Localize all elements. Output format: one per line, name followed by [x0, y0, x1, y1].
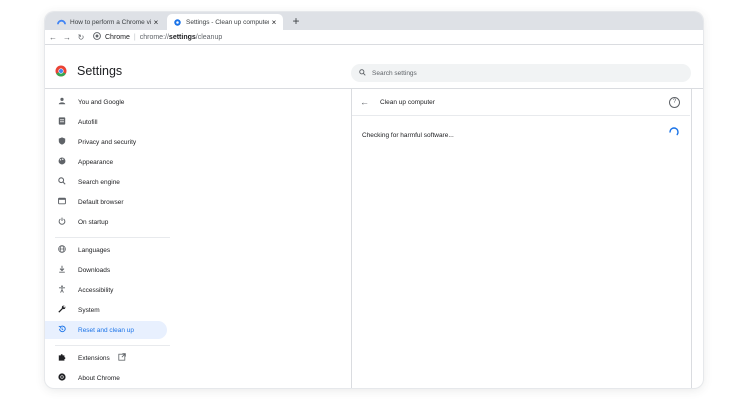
- search-input[interactable]: [372, 69, 672, 77]
- sidebar-item-label: Downloads: [78, 266, 111, 274]
- sidebar-divider: [55, 345, 170, 346]
- settings-header: Settings: [45, 54, 703, 89]
- sidebar-divider: [55, 237, 170, 238]
- external-link-icon: [118, 353, 126, 363]
- restore-icon: [56, 325, 68, 335]
- sidebar-item-autofill[interactable]: Autofill: [45, 113, 167, 131]
- back-arrow-icon[interactable]: ←: [360, 97, 372, 107]
- help-icon[interactable]: ?: [669, 97, 680, 108]
- sidebar-item-on-startup[interactable]: On startup: [45, 213, 167, 231]
- new-tab-button[interactable]: +: [289, 14, 303, 28]
- sidebar-item-extensions[interactable]: Extensions: [45, 349, 167, 367]
- download-icon: [56, 265, 68, 275]
- browser-icon: [56, 197, 68, 207]
- sidebar-item-downloads[interactable]: Downloads: [45, 261, 167, 279]
- autofill-icon: [56, 117, 68, 127]
- address-bar[interactable]: Chrome | chrome://settings/cleanup: [93, 32, 222, 42]
- sidebar-item-appearance[interactable]: Appearance: [45, 153, 167, 171]
- sidebar-item-label: Default browser: [78, 198, 124, 206]
- palette-icon: [56, 157, 68, 167]
- panel-title: Clean up computer: [380, 98, 435, 106]
- close-tab-icon[interactable]: ×: [151, 18, 161, 27]
- sidebar-item-default-browser[interactable]: Default browser: [45, 193, 167, 211]
- page-title: Settings: [77, 64, 123, 78]
- wrench-icon: [56, 305, 68, 315]
- sidebar-item-label: Search engine: [78, 178, 120, 186]
- site-label: Chrome: [105, 33, 130, 41]
- sidebar-item-label: Autofill: [78, 118, 98, 126]
- chrome-logo-icon: [55, 65, 67, 77]
- panel-header: ← Clean up computer ?: [352, 89, 690, 116]
- forward-icon[interactable]: →: [61, 33, 73, 42]
- omnibox-separator: |: [133, 33, 136, 41]
- tab-settings[interactable]: Settings - Clean up computer ×: [167, 14, 283, 30]
- browser-window: How to perform a Chrome virus s × Settin…: [45, 12, 703, 388]
- search-settings-box[interactable]: [351, 64, 691, 82]
- cleanup-panel: ← Clean up computer ? Checking for harmf…: [352, 89, 690, 388]
- settings-gear-icon: [173, 18, 182, 27]
- search-icon: [56, 177, 68, 187]
- back-icon[interactable]: ←: [47, 33, 59, 42]
- chrome-icon: [56, 373, 68, 383]
- chrome-help-icon: [57, 18, 66, 27]
- sidebar-item-search-engine[interactable]: Search engine: [45, 173, 167, 191]
- sidebar-item-label: Accessibility: [78, 286, 114, 294]
- power-icon: [56, 217, 68, 227]
- sidebar-item-accessibility[interactable]: Accessibility: [45, 281, 167, 299]
- sidebar-item-label: Reset and clean up: [78, 326, 135, 334]
- sidebar-item-label: Privacy and security: [78, 138, 137, 146]
- panel-right-border: [691, 89, 692, 388]
- sidebar-item-label: Languages: [78, 246, 111, 254]
- url-path: settings: [168, 33, 196, 41]
- sidebar-item-label: About Chrome: [78, 374, 120, 382]
- sidebar-item-privacy[interactable]: Privacy and security: [45, 133, 167, 151]
- settings-sidebar: You and Google Autofill Privacy and secu…: [45, 89, 179, 388]
- sidebar-item-label: System: [78, 306, 100, 314]
- search-icon: [359, 68, 366, 78]
- puzzle-icon: [56, 353, 68, 363]
- reload-icon[interactable]: ↻: [75, 33, 87, 42]
- loading-spinner-icon: [669, 127, 679, 136]
- sidebar-item-reset-and-clean-up[interactable]: Reset and clean up: [45, 321, 167, 339]
- globe-icon: [56, 245, 68, 255]
- tab-title: How to perform a Chrome virus s: [70, 18, 151, 26]
- sidebar-item-label: On startup: [78, 218, 109, 226]
- sidebar-item-label: Extensions: [78, 354, 110, 362]
- sidebar-item-about-chrome[interactable]: About Chrome: [45, 369, 167, 387]
- tab-strip: How to perform a Chrome virus s × Settin…: [45, 12, 703, 30]
- person-icon: [56, 97, 68, 107]
- browser-toolbar: ← → ↻ Chrome | chrome://settings/cleanup: [45, 30, 703, 45]
- tab-title: Settings - Clean up computer: [186, 18, 269, 26]
- close-tab-icon[interactable]: ×: [269, 18, 279, 27]
- url-rest: /cleanup: [195, 33, 223, 41]
- sidebar-item-languages[interactable]: Languages: [45, 241, 167, 259]
- tab-virus-scan-article[interactable]: How to perform a Chrome virus s ×: [51, 14, 165, 30]
- scan-status-text: Checking for harmful software...: [362, 132, 454, 139]
- chrome-icon: [93, 32, 101, 42]
- sidebar-item-system[interactable]: System: [45, 301, 167, 319]
- shield-icon: [56, 137, 68, 147]
- sidebar-item-label: You and Google: [78, 98, 125, 106]
- url-host: chrome://: [139, 33, 169, 41]
- accessibility-icon: [56, 285, 68, 295]
- sidebar-item-you-and-google[interactable]: You and Google: [45, 93, 167, 111]
- sidebar-item-label: Appearance: [78, 158, 114, 166]
